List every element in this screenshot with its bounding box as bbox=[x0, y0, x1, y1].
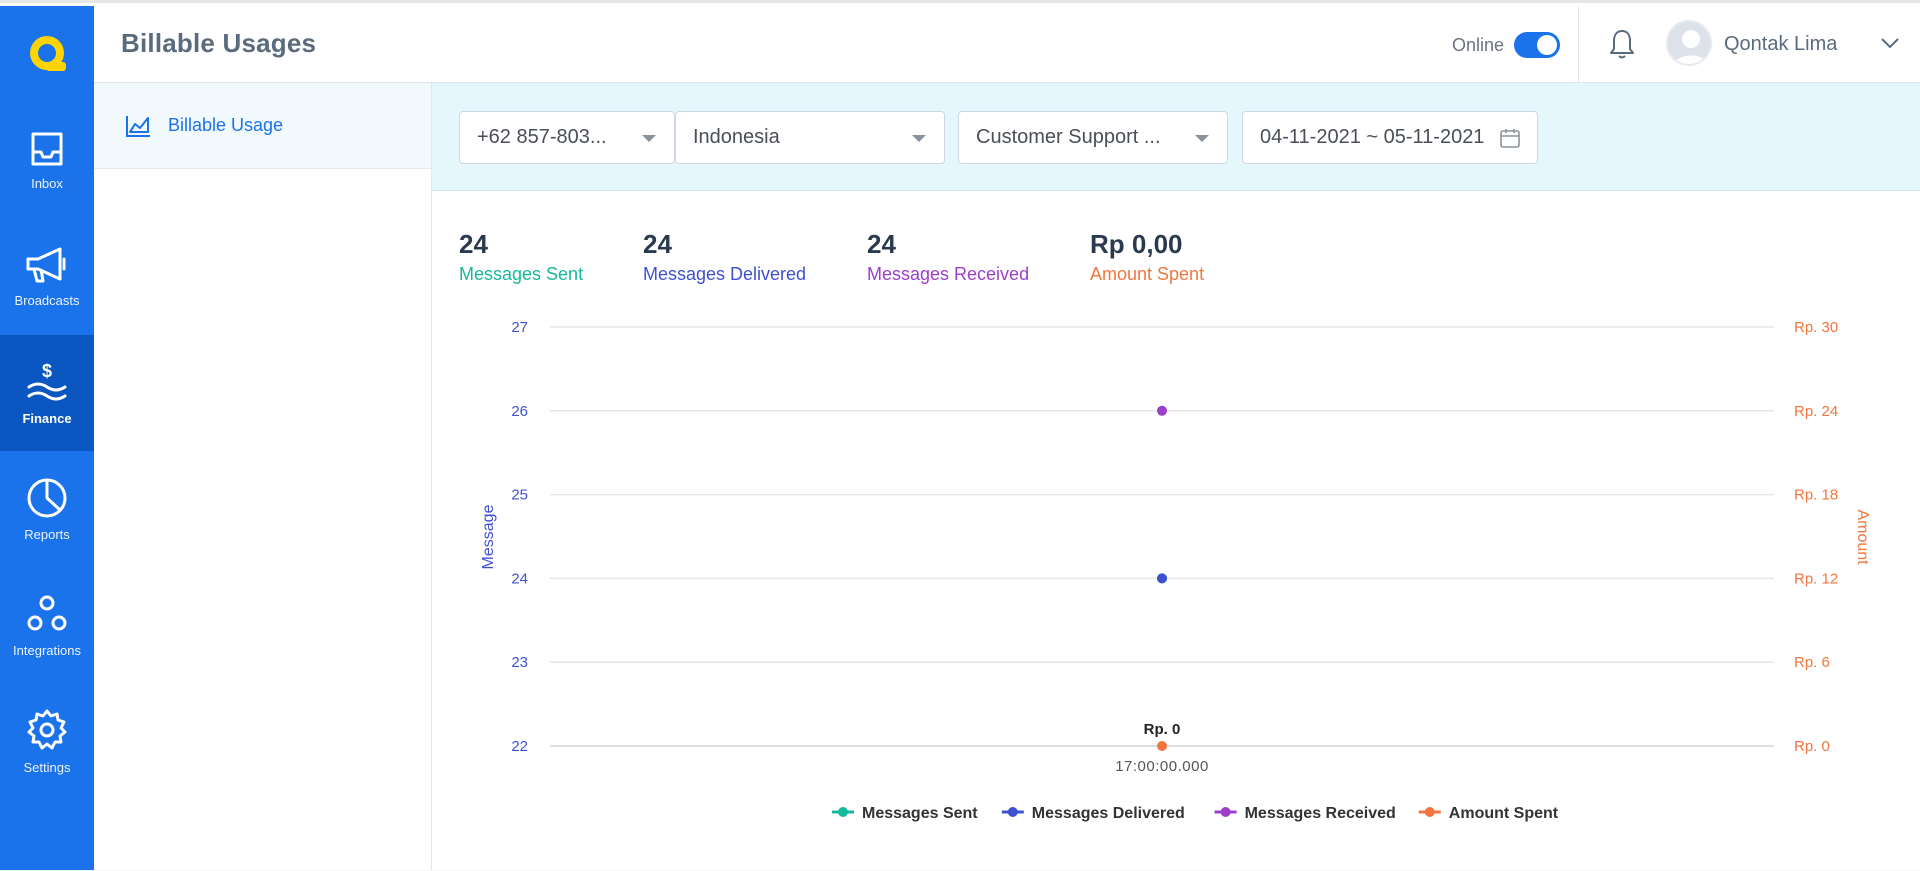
sidebar-item-label: Inbox bbox=[31, 175, 63, 191]
y-left-tick-label: 27 bbox=[511, 319, 528, 336]
stat-messages-received: 24 Messages Received bbox=[867, 229, 1029, 285]
stat-label: Messages Received bbox=[867, 264, 1030, 284]
app-root: Inbox Broadcasts $ Finance Reports Integ… bbox=[0, 0, 1920, 871]
megaphone-icon bbox=[26, 247, 66, 282]
integrations-icon bbox=[27, 595, 67, 630]
date-range-picker[interactable]: 04-11-2021 ~ 05-11-2021 bbox=[1242, 111, 1538, 164]
user-name[interactable]: Qontak Lima bbox=[1724, 33, 1837, 56]
y-right-tick-label: Rp. 12 bbox=[1794, 570, 1838, 587]
legend-item-label: Messages Delivered bbox=[1032, 805, 1185, 822]
legend-marker bbox=[1220, 807, 1231, 817]
subnav-item-billable-usage[interactable]: Billable Usage bbox=[94, 83, 431, 169]
bell-icon bbox=[1610, 30, 1634, 59]
data-point bbox=[1157, 741, 1167, 751]
phone-number-value: +62 857-803... bbox=[477, 126, 607, 148]
inbox-icon bbox=[31, 132, 63, 165]
channel-value: Customer Support ... bbox=[976, 126, 1161, 148]
legend-marker bbox=[838, 807, 848, 817]
subnav-item-label: Billable Usage bbox=[168, 115, 284, 135]
caret-down-icon bbox=[912, 135, 926, 142]
y-left-tick-label: 24 bbox=[511, 570, 528, 587]
y-right-tick-label: Rp. 24 bbox=[1794, 403, 1838, 420]
user-menu-toggle[interactable] bbox=[1880, 36, 1900, 55]
y-left-axis-label: Message bbox=[480, 504, 497, 569]
stat-label: Messages Sent bbox=[459, 264, 584, 284]
caret-down-icon bbox=[642, 135, 656, 142]
sidebar-item-finance[interactable]: $ Finance bbox=[0, 335, 94, 451]
y-left-tick-label: 26 bbox=[511, 403, 528, 420]
stat-label: Messages Delivered bbox=[643, 264, 807, 284]
finance-icon: $ bbox=[27, 361, 67, 400]
legend-item-label: Messages Sent bbox=[862, 805, 978, 822]
date-range-value: 04-11-2021 ~ 05-11-2021 bbox=[1260, 126, 1485, 148]
stat-amount-spent: Rp 0,00 Amount Spent bbox=[1090, 229, 1204, 285]
user-avatar-icon bbox=[1673, 30, 1709, 64]
sidebar-item-settings[interactable]: Settings bbox=[0, 683, 94, 799]
billable-usage-chart: 22 23 24 25 26 27 Rp. 0 Rp. 6 Rp. 12 Rp. 18 Rp. 24… bbox=[480, 319, 1871, 822]
y-left-tick-label: 22 bbox=[511, 738, 528, 755]
sidebar-item-label: Settings bbox=[23, 759, 71, 775]
toggle-knob bbox=[1537, 35, 1558, 55]
y-right-tick-label: Rp. 30 bbox=[1794, 319, 1838, 336]
pie-chart-icon bbox=[27, 478, 67, 517]
gear-icon bbox=[27, 709, 67, 749]
stat-value: 24 bbox=[459, 229, 488, 259]
area-chart-icon bbox=[126, 115, 150, 137]
notification-button[interactable] bbox=[1608, 28, 1636, 65]
legend-marker bbox=[1424, 807, 1435, 817]
data-point bbox=[1157, 573, 1167, 584]
page-title: Billable Usages bbox=[121, 28, 317, 58]
y-right-tick-label: Rp. 6 bbox=[1794, 654, 1830, 671]
y-right-tick-label: Rp. 0 bbox=[1794, 738, 1830, 755]
y-left-tick-label: 25 bbox=[511, 487, 528, 504]
main-sidebar: Inbox Broadcasts $ Finance Reports Integ… bbox=[0, 6, 94, 871]
sidebar-item-inbox[interactable]: Inbox bbox=[0, 102, 94, 218]
top-header: Billable Usages Online Qontak Lima bbox=[94, 6, 1920, 83]
stat-value: Rp 0,00 bbox=[1090, 229, 1183, 259]
x-tick-label: 17:00:00.000 bbox=[1115, 758, 1209, 775]
sidebar-item-label: Finance bbox=[22, 410, 72, 426]
y-right-tick-label: Rp. 18 bbox=[1794, 487, 1838, 504]
sidebar-item-label: Broadcasts bbox=[14, 292, 80, 308]
legend-item-label: Amount Spent bbox=[1449, 805, 1559, 822]
legend-item-label: Messages Received bbox=[1245, 805, 1396, 822]
data-point bbox=[1157, 405, 1167, 416]
sidebar-item-label: Integrations bbox=[13, 642, 81, 658]
y-right-axis-label: Amount bbox=[1854, 509, 1871, 565]
avatar[interactable] bbox=[1666, 20, 1712, 66]
logo-icon bbox=[30, 36, 66, 71]
sidebar-item-integrations[interactable]: Integrations bbox=[0, 567, 94, 683]
online-status: Online bbox=[1452, 32, 1561, 58]
stat-label: Amount Spent bbox=[1090, 264, 1205, 284]
secondary-nav: Billable Usage bbox=[94, 83, 432, 871]
sidebar-item-reports[interactable]: Reports bbox=[0, 451, 94, 567]
header-divider bbox=[1578, 6, 1579, 83]
phone-number-select[interactable]: +62 857-803... bbox=[459, 111, 675, 164]
stat-messages-sent: 24 Messages Sent bbox=[459, 229, 583, 285]
caret-down-icon bbox=[1195, 135, 1209, 142]
sidebar-item-label: Reports bbox=[24, 526, 70, 542]
stat-value: 24 bbox=[867, 229, 896, 259]
sidebar-item-broadcasts[interactable]: Broadcasts bbox=[0, 218, 94, 334]
qontak-logo[interactable] bbox=[0, 6, 94, 102]
country-value: Indonesia bbox=[693, 126, 780, 148]
country-select[interactable]: Indonesia bbox=[675, 111, 945, 164]
stat-messages-delivered: 24 Messages Delivered bbox=[643, 229, 806, 285]
legend-marker bbox=[1007, 807, 1018, 817]
data-label: Rp. 0 bbox=[1144, 721, 1181, 738]
online-toggle[interactable] bbox=[1514, 32, 1561, 58]
stat-value: 24 bbox=[643, 229, 672, 259]
svg-text:$: $ bbox=[42, 361, 52, 381]
channel-select[interactable]: Customer Support ... bbox=[958, 111, 1228, 164]
calendar-icon bbox=[1500, 129, 1520, 148]
online-label: Online bbox=[1452, 34, 1505, 55]
y-left-tick-label: 23 bbox=[511, 654, 528, 671]
chevron-down-icon bbox=[1881, 38, 1899, 49]
